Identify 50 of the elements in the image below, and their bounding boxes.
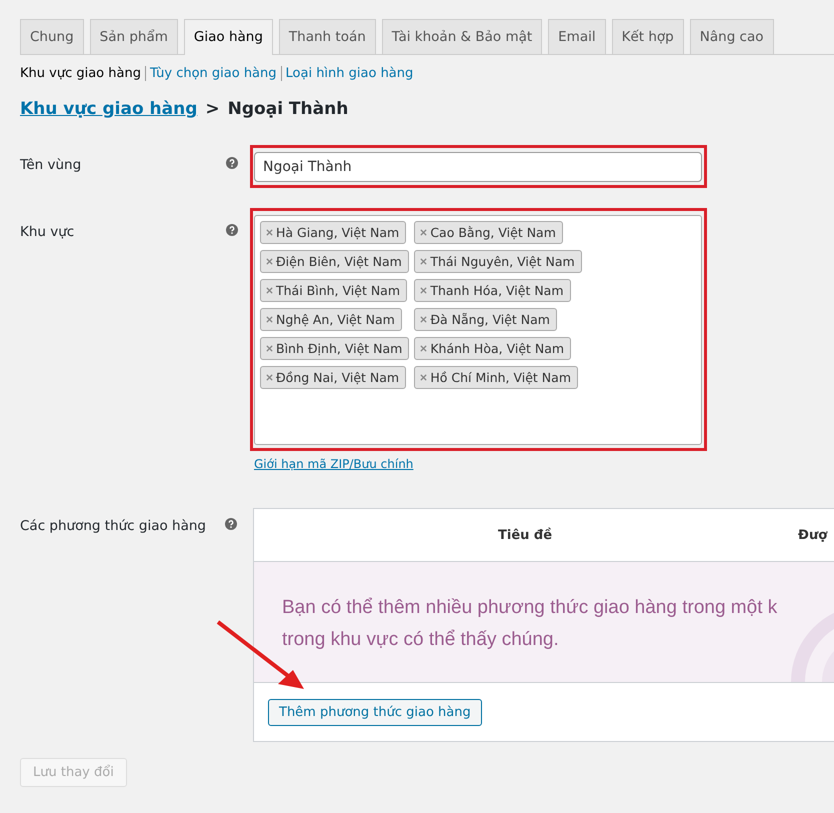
remove-icon[interactable]	[266, 258, 273, 265]
subnav-link[interactable]: Khu vực giao hàng	[20, 66, 141, 81]
tab[interactable]: Tài khoản & Bảo mật	[382, 19, 542, 54]
remove-icon[interactable]	[266, 287, 273, 294]
remove-icon[interactable]	[420, 229, 428, 236]
column-header: Đượ	[798, 528, 828, 542]
remove-icon[interactable]	[266, 229, 273, 236]
region-tag[interactable]: Nghệ An, Việt Nam	[260, 308, 402, 331]
remove-icon[interactable]	[420, 287, 428, 294]
field-label: Khu vực	[20, 224, 74, 240]
tab[interactable]: Sản phẩm	[90, 19, 178, 54]
tab[interactable]: Email	[548, 19, 606, 54]
breadcrumb-link[interactable]: Khu vực giao hàng	[20, 99, 198, 119]
help-icon	[226, 157, 238, 169]
region-tag[interactable]: Thanh Hóa, Việt Nam	[414, 279, 571, 302]
region-tag[interactable]: Hà Giang, Việt Nam	[260, 221, 406, 244]
field-label: Tên vùng	[20, 157, 82, 173]
remove-icon[interactable]	[420, 316, 428, 323]
zone-name-field[interactable]: Ngoại Thành	[254, 152, 702, 182]
region-tag[interactable]: Khánh Hòa, Việt Nam	[414, 337, 572, 360]
subnav-link[interactable]: Loại hình giao hàng	[280, 66, 414, 81]
breadcrumb-separator: >	[205, 99, 220, 119]
region-tag[interactable]: Đà Nẵng, Việt Nam	[414, 308, 557, 331]
subnav-link[interactable]: Tùy chọn giao hàng	[144, 66, 277, 81]
tab[interactable]: Chung	[20, 19, 84, 54]
remove-icon[interactable]	[266, 345, 273, 352]
region-tag[interactable]: Hồ Chí Minh, Việt Nam	[414, 366, 578, 389]
column-header: Tiêu đề	[498, 528, 552, 542]
field-label: Các phương thức giao hàng	[20, 518, 206, 534]
remove-icon[interactable]	[266, 374, 273, 381]
tab[interactable]: Kết hợp	[612, 19, 684, 54]
zip-limit-link[interactable]: Giới hạn mã ZIP/Bưu chính	[254, 457, 414, 471]
region-tag[interactable]: Điện Biên, Việt Nam	[260, 250, 409, 273]
region-tag[interactable]: Đồng Nai, Việt Nam	[260, 366, 406, 389]
help-icon	[225, 518, 238, 530]
add-shipping-method-button[interactable]: Thêm phương thức giao hàng	[268, 698, 482, 726]
region-tag[interactable]: Bình Định, Việt Nam	[260, 337, 410, 360]
remove-icon[interactable]	[266, 316, 273, 323]
region-tag[interactable]: Cao Bằng, Việt Nam	[414, 221, 563, 244]
empty-state-message: Bạn có thể thêm nhiều phương thức giao hàng trong một k trong khu vực có thể thấy chúng.	[282, 596, 778, 652]
region-tag[interactable]: Thái Nguyên, Việt Nam	[414, 250, 582, 273]
tab[interactable]: Thanh toán	[278, 19, 376, 54]
remove-icon[interactable]	[420, 374, 428, 381]
region-tag[interactable]: Thái Bình, Việt Nam	[260, 279, 408, 302]
help-icon	[226, 224, 238, 236]
remove-icon[interactable]	[420, 258, 428, 265]
tab[interactable]: Nâng cao	[690, 19, 774, 54]
remove-icon[interactable]	[420, 345, 428, 352]
tab[interactable]: Giao hàng	[184, 19, 273, 55]
page-title: Ngoại Thành	[228, 99, 348, 119]
